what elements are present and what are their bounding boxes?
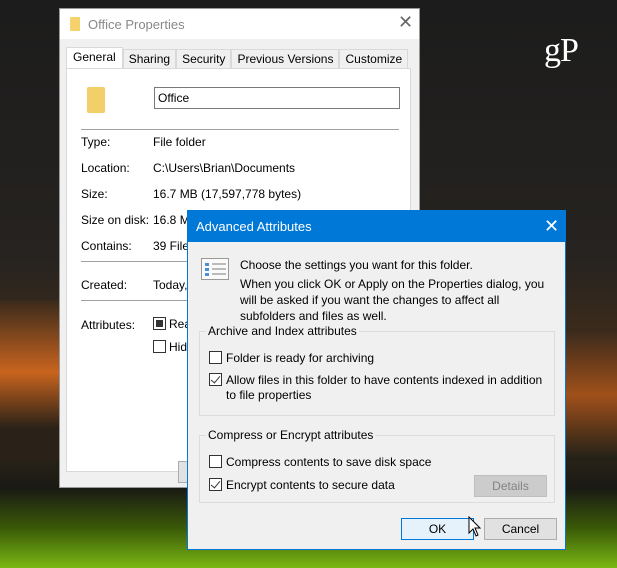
advanced-attributes-dialog: Advanced Attributes ✕ Choose the setting… (187, 210, 566, 550)
details-button[interactable]: Details (474, 475, 547, 497)
field-label: Size: (81, 187, 108, 201)
watermark-logo: gP (544, 32, 579, 69)
checkbox[interactable] (209, 455, 222, 468)
tab-previous-versions[interactable]: Previous Versions (231, 49, 340, 69)
tab-bar: General Sharing Security Previous Versio… (66, 47, 409, 69)
checkbox[interactable] (153, 340, 166, 353)
index-checkbox[interactable]: Allow files in this folder to have conte… (209, 373, 549, 403)
checkbox-checked[interactable] (209, 373, 222, 386)
checklist-icon (201, 258, 229, 280)
field-value: 16.7 MB (17,597,778 bytes) (153, 187, 302, 201)
note-text: When you click OK or Apply on the Proper… (240, 277, 545, 323)
field-label: Type: (81, 135, 111, 149)
field-value: Today, (153, 278, 188, 292)
attributes-label: Attributes: (81, 318, 136, 332)
tab-sharing[interactable]: Sharing (122, 49, 177, 69)
field-label: Size on disk: (81, 213, 150, 227)
readonly-checkbox[interactable]: Rea (153, 317, 191, 331)
compress-checkbox[interactable]: Compress contents to save disk space (209, 455, 431, 470)
group-title: Archive and Index attributes (206, 324, 359, 338)
archive-checkbox[interactable]: Folder is ready for archiving (209, 351, 374, 366)
field-value: 16.8 M (153, 213, 190, 227)
checkbox-indeterminate[interactable] (153, 317, 166, 330)
field-value: C:\Users\Brian\Documents (153, 161, 296, 175)
divider (81, 129, 399, 130)
close-icon[interactable]: ✕ (398, 12, 413, 33)
tab-customize[interactable]: Customize (339, 49, 409, 69)
field-label: Contains: (81, 239, 132, 253)
folder-name-input[interactable]: Office (154, 87, 400, 109)
wallpaper-sunset-right (565, 330, 617, 460)
checkbox-label: Hid (169, 340, 188, 354)
folder-icon (70, 17, 80, 31)
mouse-pointer-icon (468, 516, 482, 537)
cancel-button[interactable]: Cancel (484, 518, 557, 540)
checkbox[interactable] (209, 351, 222, 364)
title-bar: Office Properties (60, 9, 419, 39)
close-icon[interactable]: ✕ (544, 216, 559, 237)
wallpaper-sunset-left (0, 300, 60, 460)
intro-text: Choose the settings you want for this fo… (240, 258, 473, 272)
group-title: Compress or Encrypt attributes (206, 428, 376, 442)
ok-button[interactable]: OK (401, 518, 474, 540)
field-value: File folder (153, 135, 206, 149)
hidden-checkbox[interactable]: Hid (153, 340, 187, 354)
checkbox-label: Allow files in this folder to have conte… (226, 373, 543, 402)
folder-icon (87, 87, 105, 113)
encrypt-checkbox[interactable]: Encrypt contents to secure data (209, 478, 395, 493)
checkbox-label: Compress contents to save disk space (226, 455, 432, 469)
checkbox-label: Encrypt contents to secure data (226, 478, 395, 492)
checkbox-checked[interactable] (209, 478, 222, 491)
dialog-title: Advanced Attributes (188, 211, 565, 242)
tab-security[interactable]: Security (176, 49, 232, 69)
field-label: Created: (81, 278, 128, 292)
tab-general[interactable]: General (66, 47, 123, 69)
checkbox-label: Folder is ready for archiving (226, 351, 375, 365)
window-title: Office Properties (88, 16, 185, 32)
field-label: Location: (81, 161, 130, 175)
